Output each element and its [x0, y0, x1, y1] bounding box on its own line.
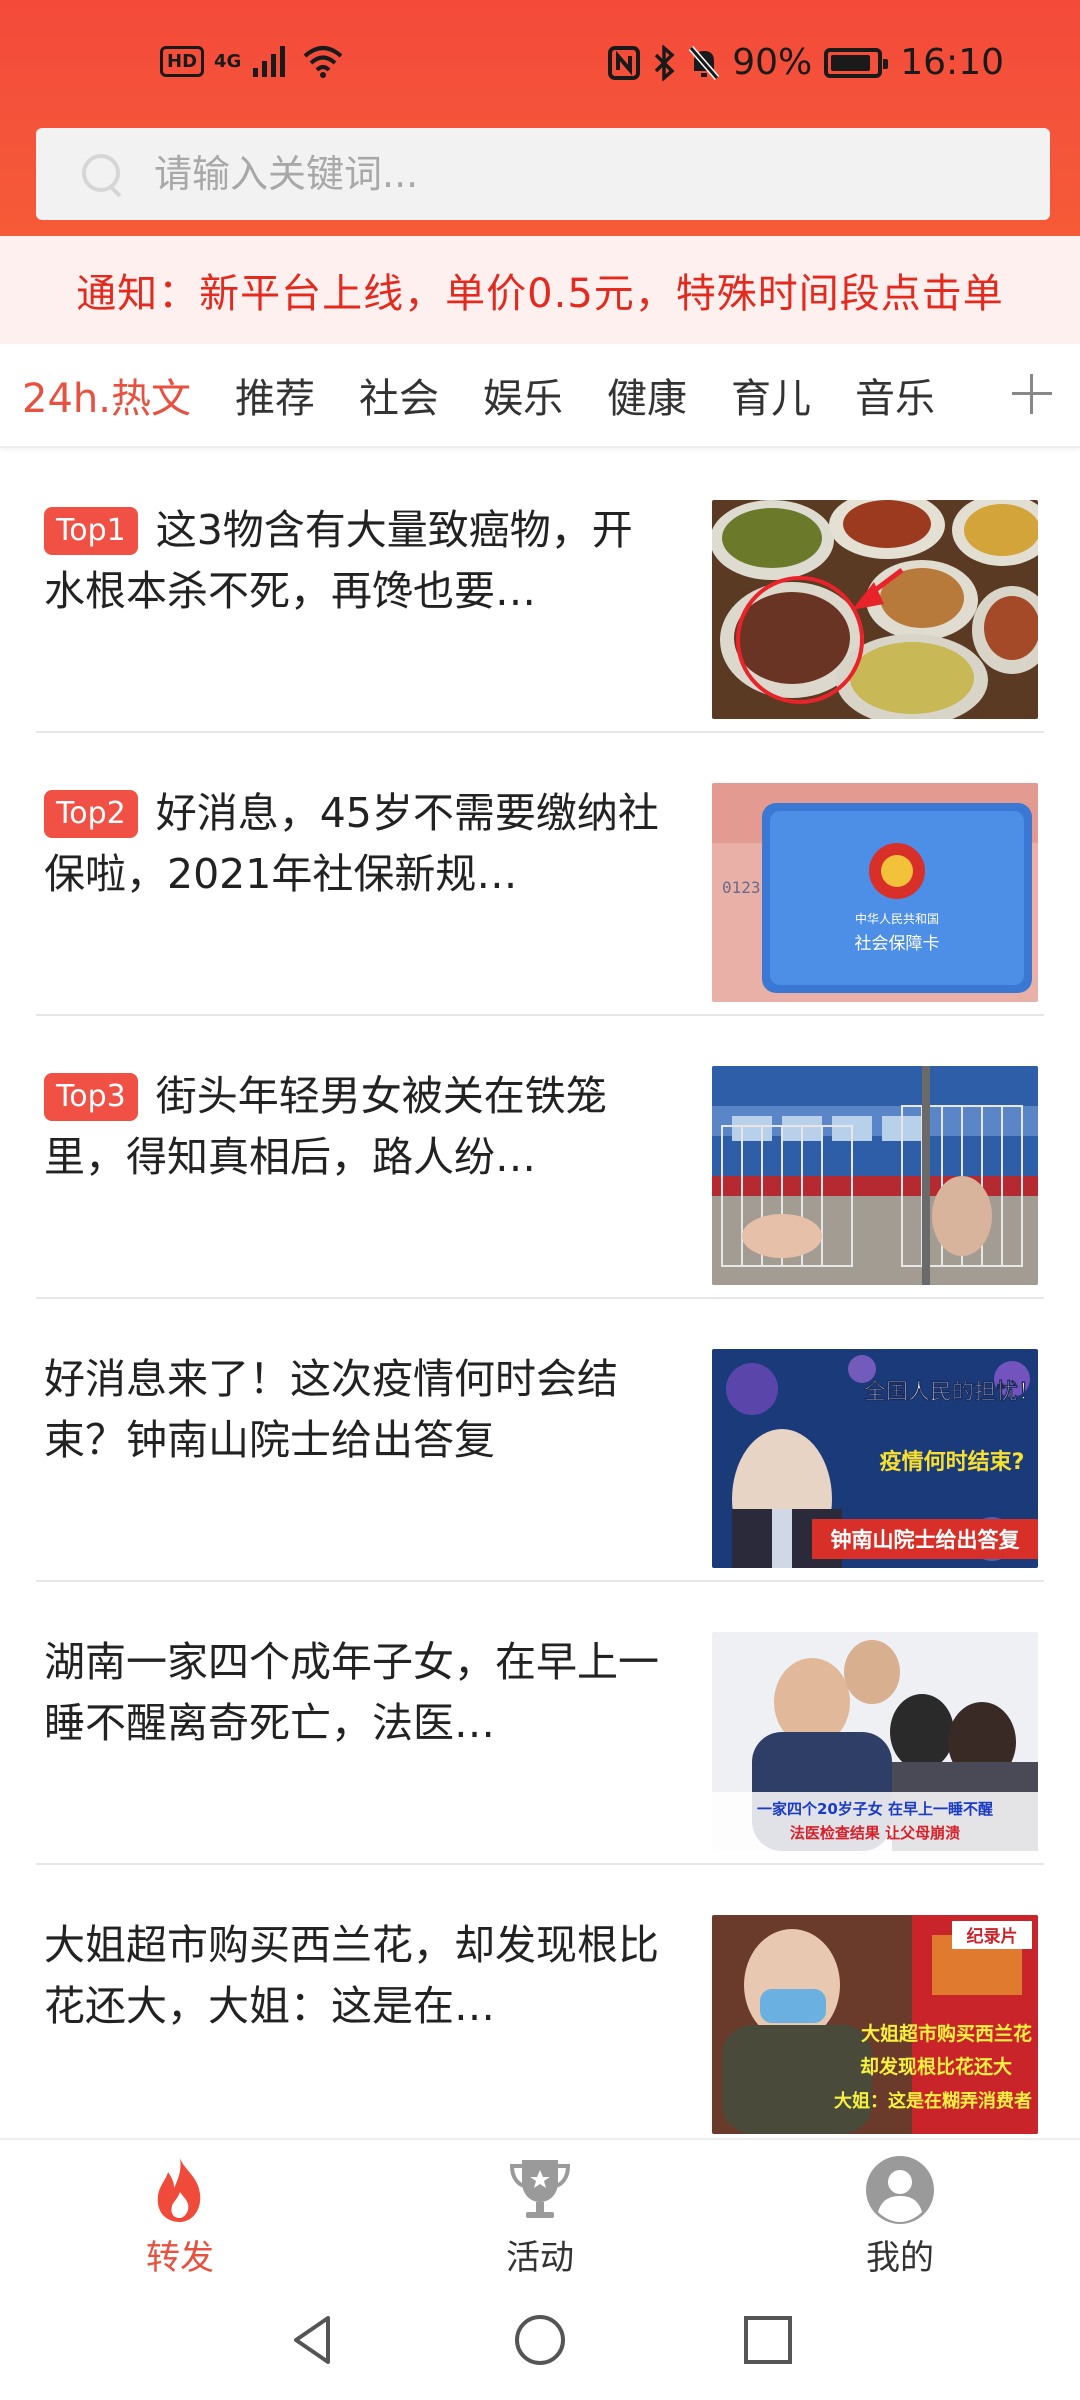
add-tab-icon[interactable] — [1008, 370, 1056, 418]
thumb-tag: 纪录片 — [967, 1926, 1018, 1947]
news-title: Top1 这3物含有大量致癌物，开水根本杀不死，再馋也要… — [44, 500, 664, 622]
news-thumbnail — [712, 500, 1038, 719]
nav-activity[interactable]: 活动 — [460, 2154, 620, 2278]
bottom-nav: 转发 活动 我的 — [0, 2138, 1080, 2280]
nav-forward[interactable]: 转发 — [100, 2154, 260, 2278]
card-title: 社会保障卡 — [855, 934, 940, 954]
tab-recommend[interactable]: 推荐 — [235, 366, 315, 424]
news-item[interactable]: 大姐超市购买西兰花，却发现根比花还大，大姐：这是在… 纪录片 大姐超市购买西兰花… — [36, 1865, 1044, 2148]
news-title: Top2 好消息，45岁不需要缴纳社保啦，2021年社保新规… — [44, 783, 664, 905]
tab-society[interactable]: 社会 — [359, 366, 439, 424]
thumb-caption-1: 大姐超市购买西兰花 — [861, 2022, 1032, 2045]
thumb-caption-3: 大姐：这是在糊弄消费者 — [834, 2090, 1032, 2112]
hd-icon: HD — [160, 45, 205, 77]
search-bar[interactable] — [36, 128, 1050, 220]
news-title: 湖南一家四个成年子女，在早上一睡不醒离奇死亡，法医… — [44, 1638, 659, 1747]
news-item[interactable]: Top2 好消息，45岁不需要缴纳社保啦，2021年社保新规… 0123 中华人民… — [36, 733, 1044, 1016]
thumb-caption-3: 钟南山院士给出答复 — [831, 1528, 1021, 1552]
news-thumbnail: 纪录片 大姐超市购买西兰花 却发现根比花还大 大姐：这是在糊弄消费者 — [712, 1915, 1038, 2134]
status-bar: HD 4G 90% 16:10 — [0, 0, 1080, 110]
back-icon[interactable] — [282, 2310, 342, 2370]
news-title: 好消息来了！这次疫情何时会结束？钟南山院士给出答复 — [44, 1355, 618, 1464]
news-title: 大姐超市购买西兰花，却发现根比花还大，大姐：这是在… — [44, 1921, 659, 2030]
tab-parenting[interactable]: 育儿 — [731, 366, 811, 424]
news-item[interactable]: Top1 这3物含有大量致癌物，开水根本杀不死，再馋也要… — [36, 450, 1044, 733]
thumb-caption-2: 却发现根比花还大 — [860, 2055, 1012, 2078]
battery-icon — [824, 47, 889, 78]
nav-profile-label: 我的 — [866, 2238, 934, 2278]
news-item[interactable]: 湖南一家四个成年子女，在早上一睡不醒离奇死亡，法医… 一家四个20岁子女 在早上… — [36, 1582, 1044, 1865]
card-number: 0123 — [722, 878, 761, 897]
battery-percent: 90% — [732, 42, 813, 83]
news-title: Top3 街头年轻男女被关在铁笼里，得知真相后，路人纷… — [44, 1066, 664, 1188]
mute-bell-icon — [688, 45, 720, 80]
system-nav-bar — [0, 2280, 1080, 2400]
nav-activity-label: 活动 — [506, 2238, 574, 2278]
trophy-icon — [509, 2160, 571, 2218]
top-badge: Top1 — [44, 507, 138, 555]
nav-profile[interactable]: 我的 — [820, 2154, 980, 2278]
header: HD 4G 90% 16:10 请输入关键词... — [0, 0, 1080, 236]
network-type: 4G — [214, 50, 242, 72]
news-list: Top1 这3物含有大量致癌物，开水根本杀不死，再馋也要… Top2 好消息，4… — [0, 450, 1080, 2148]
notice-text: 通知：新平台上线，单价0.5元，特殊时间段点击单 — [76, 271, 1004, 317]
thumb-caption-1: 一家四个20岁子女 在早上一睡不醒 — [757, 1800, 993, 1818]
wifi-icon — [304, 46, 343, 78]
news-thumbnail — [712, 1066, 1038, 1285]
fire-icon — [157, 2158, 201, 2222]
clock: 16:10 — [900, 42, 1004, 83]
tab-hot[interactable]: 24h.热文 — [22, 366, 191, 424]
nav-forward-label: 转发 — [146, 2238, 214, 2278]
news-thumbnail: 一家四个20岁子女 在早上一睡不醒 法医检查结果 让父母崩溃 — [712, 1632, 1038, 1851]
signal-icon — [253, 46, 286, 77]
home-icon[interactable] — [510, 2310, 570, 2370]
news-item[interactable]: Top3 街头年轻男女被关在铁笼里，得知真相后，路人纷… — [36, 1016, 1044, 1299]
thumb-caption-1: 全国人民的担忧！ — [863, 1379, 1038, 1405]
thumb-caption-2: 法医检查结果 让父母崩溃 — [790, 1824, 960, 1842]
status-right: 90% 16:10 — [608, 42, 1004, 83]
top-badge: Top3 — [44, 1073, 138, 1121]
user-icon — [866, 2156, 934, 2224]
news-item[interactable]: 好消息来了！这次疫情何时会结束？钟南山院士给出答复 全国人民的担忧！ 疫情何时结… — [36, 1299, 1044, 1582]
search-input[interactable] — [154, 152, 1014, 196]
tab-health[interactable]: 健康 — [607, 366, 687, 424]
search-icon — [80, 152, 124, 196]
thumb-caption-2: 疫情何时结束? — [880, 1449, 1025, 1475]
top-badge: Top2 — [44, 790, 138, 838]
tab-music[interactable]: 音乐 — [855, 366, 935, 424]
card-issuer: 中华人民共和国 — [855, 911, 939, 926]
category-tabs: 24h.热文 推荐 社会 娱乐 健康 育儿 音乐 — [0, 344, 1080, 448]
bluetooth-icon — [654, 44, 675, 81]
notice-banner[interactable]: 通知：新平台上线，单价0.5元，特殊时间段点击单 — [0, 236, 1080, 344]
news-thumbnail: 全国人民的担忧！ 疫情何时结束? 钟南山院士给出答复 — [712, 1349, 1038, 1568]
nfc-icon — [608, 45, 641, 80]
status-left: HD 4G — [160, 44, 345, 78]
tab-entertainment[interactable]: 娱乐 — [483, 366, 563, 424]
news-thumbnail: 0123 中华人民共和国 社会保障卡 — [712, 783, 1038, 1002]
recents-icon[interactable] — [738, 2310, 798, 2370]
